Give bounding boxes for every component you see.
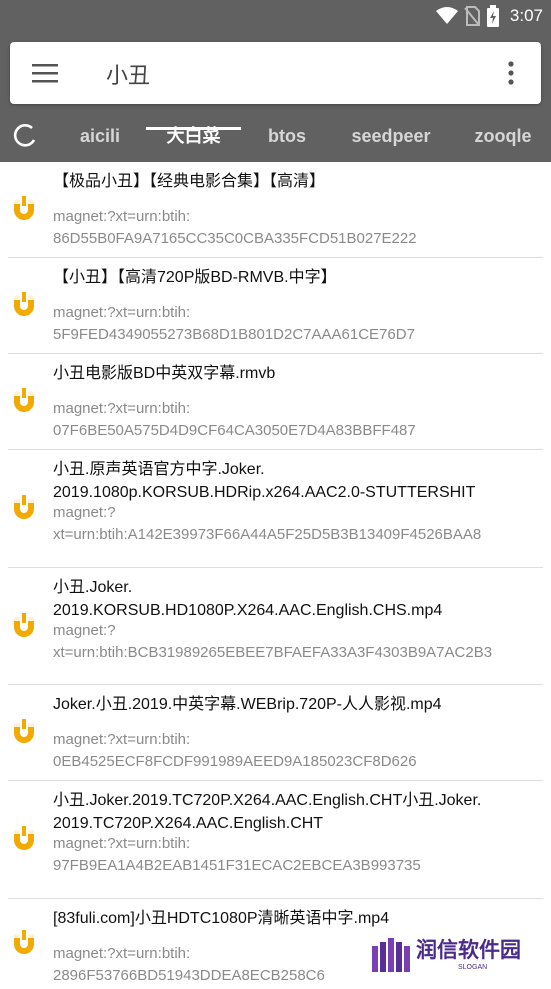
result-magnet-link: magnet:?xt=urn:btih: 0EB4525ECF8FCDF9919… [53, 731, 417, 770]
result-title: 【小丑】【高清720P版BD-RMVB.中字】 [53, 269, 337, 286]
refresh-icon[interactable] [12, 123, 38, 149]
status-icons: 3:07 [435, 4, 543, 28]
result-title: Joker.小丑.2019.中英字幕.WEBrip.720P-人人影视.mp4 [53, 696, 442, 713]
magnet-icon [14, 388, 34, 412]
result-magnet-link: magnet:? xt=urn:btih:BCB31989265EBEE7BFA… [53, 622, 493, 661]
result-item[interactable]: 小丑.Joker.2019.TC720P.X264.AAC.English.CH… [0, 781, 551, 899]
result-magnet-link: magnet:? xt=urn:btih:A142E39973F66A44A5F… [53, 504, 482, 543]
result-title: 小丑.原声英语官方中字.Joker. 2019.1080p.KORSUB.HDR… [53, 461, 476, 501]
magnet-icon [14, 196, 34, 220]
result-item[interactable]: Joker.小丑.2019.中英字幕.WEBrip.720P-人人影视.mp4 m… [0, 685, 551, 781]
result-item[interactable]: 【极品小丑】【经典电影合集】【高清】 magnet:?xt=urn:btih: 8… [0, 162, 551, 258]
no-sim-icon [464, 6, 480, 26]
status-time: 3:07 [509, 6, 543, 25]
source-tabs: aicili 大白菜 btos seedpeer zooqle [0, 110, 551, 162]
result-title: 小丑.Joker.2019.TC720P.X264.AAC.English.CH… [53, 792, 482, 832]
tab-btos[interactable]: btos [258, 110, 316, 162]
app-bar: 小丑 aicili 大白菜 btos seedpeer zooqle [0, 32, 551, 162]
result-item[interactable]: 【小丑】【高清720P版BD-RMVB.中字】 magnet:?xt=urn:bt… [0, 258, 551, 354]
result-title: 小丑电影版BD中英双字幕.rmvb [53, 365, 276, 382]
magnet-icon [14, 292, 34, 316]
watermark: 润信软件园 SLOGAN [370, 934, 545, 978]
tab-seedpeer[interactable]: seedpeer [340, 110, 442, 162]
more-vert-icon[interactable] [507, 60, 515, 86]
result-magnet-link: magnet:?xt=urn:btih: 97FB9EA1A4B2EAB1451… [53, 835, 421, 874]
magnet-icon [14, 719, 34, 743]
tab-dabaicai[interactable]: 大白菜 [146, 110, 241, 162]
hamburger-menu-icon[interactable] [32, 62, 60, 84]
wifi-icon [435, 7, 458, 24]
magnet-icon [14, 495, 34, 519]
watermark-text: 润信软件园 [416, 938, 521, 962]
search-box[interactable]: 小丑 [10, 42, 541, 104]
watermark-logo [372, 938, 410, 972]
watermark-slogan: SLOGAN [458, 964, 488, 971]
magnet-icon [14, 612, 34, 637]
battery-charging-icon [486, 5, 499, 27]
result-title: [83fuli.com]小丑HDTC1080P清晰英语中字.mp4 [53, 910, 390, 927]
magnet-icon [14, 826, 34, 850]
magnet-icon [14, 930, 34, 954]
result-title: 小丑.Joker. 2019.KORSUB.HD1080P.X264.AAC.E… [53, 579, 443, 619]
search-input[interactable]: 小丑 [106, 58, 150, 90]
result-item[interactable]: 小丑电影版BD中英双字幕.rmvb magnet:?xt=urn:btih: 07… [0, 354, 551, 450]
result-item[interactable]: 小丑.Joker. 2019.KORSUB.HD1080P.X264.AAC.E… [0, 568, 551, 685]
result-magnet-link: magnet:?xt=urn:btih: 07F6BE50A575D4D9CF6… [53, 400, 416, 439]
tab-aicili[interactable]: aicili [70, 110, 130, 162]
result-magnet-link: magnet:?xt=urn:btih: 86D55B0FA9A7165CC35… [53, 208, 417, 247]
result-title: 【极品小丑】【经典电影合集】【高清】 [53, 173, 326, 190]
result-item[interactable]: 小丑.原声英语官方中字.Joker. 2019.1080p.KORSUB.HDR… [0, 450, 551, 568]
tab-zooqle[interactable]: zooqle [458, 110, 548, 162]
status-bar: 3:07 [0, 0, 551, 32]
active-tab-indicator [146, 127, 241, 130]
result-magnet-link: magnet:?xt=urn:btih: 5F9FED4349055273B68… [53, 304, 415, 343]
